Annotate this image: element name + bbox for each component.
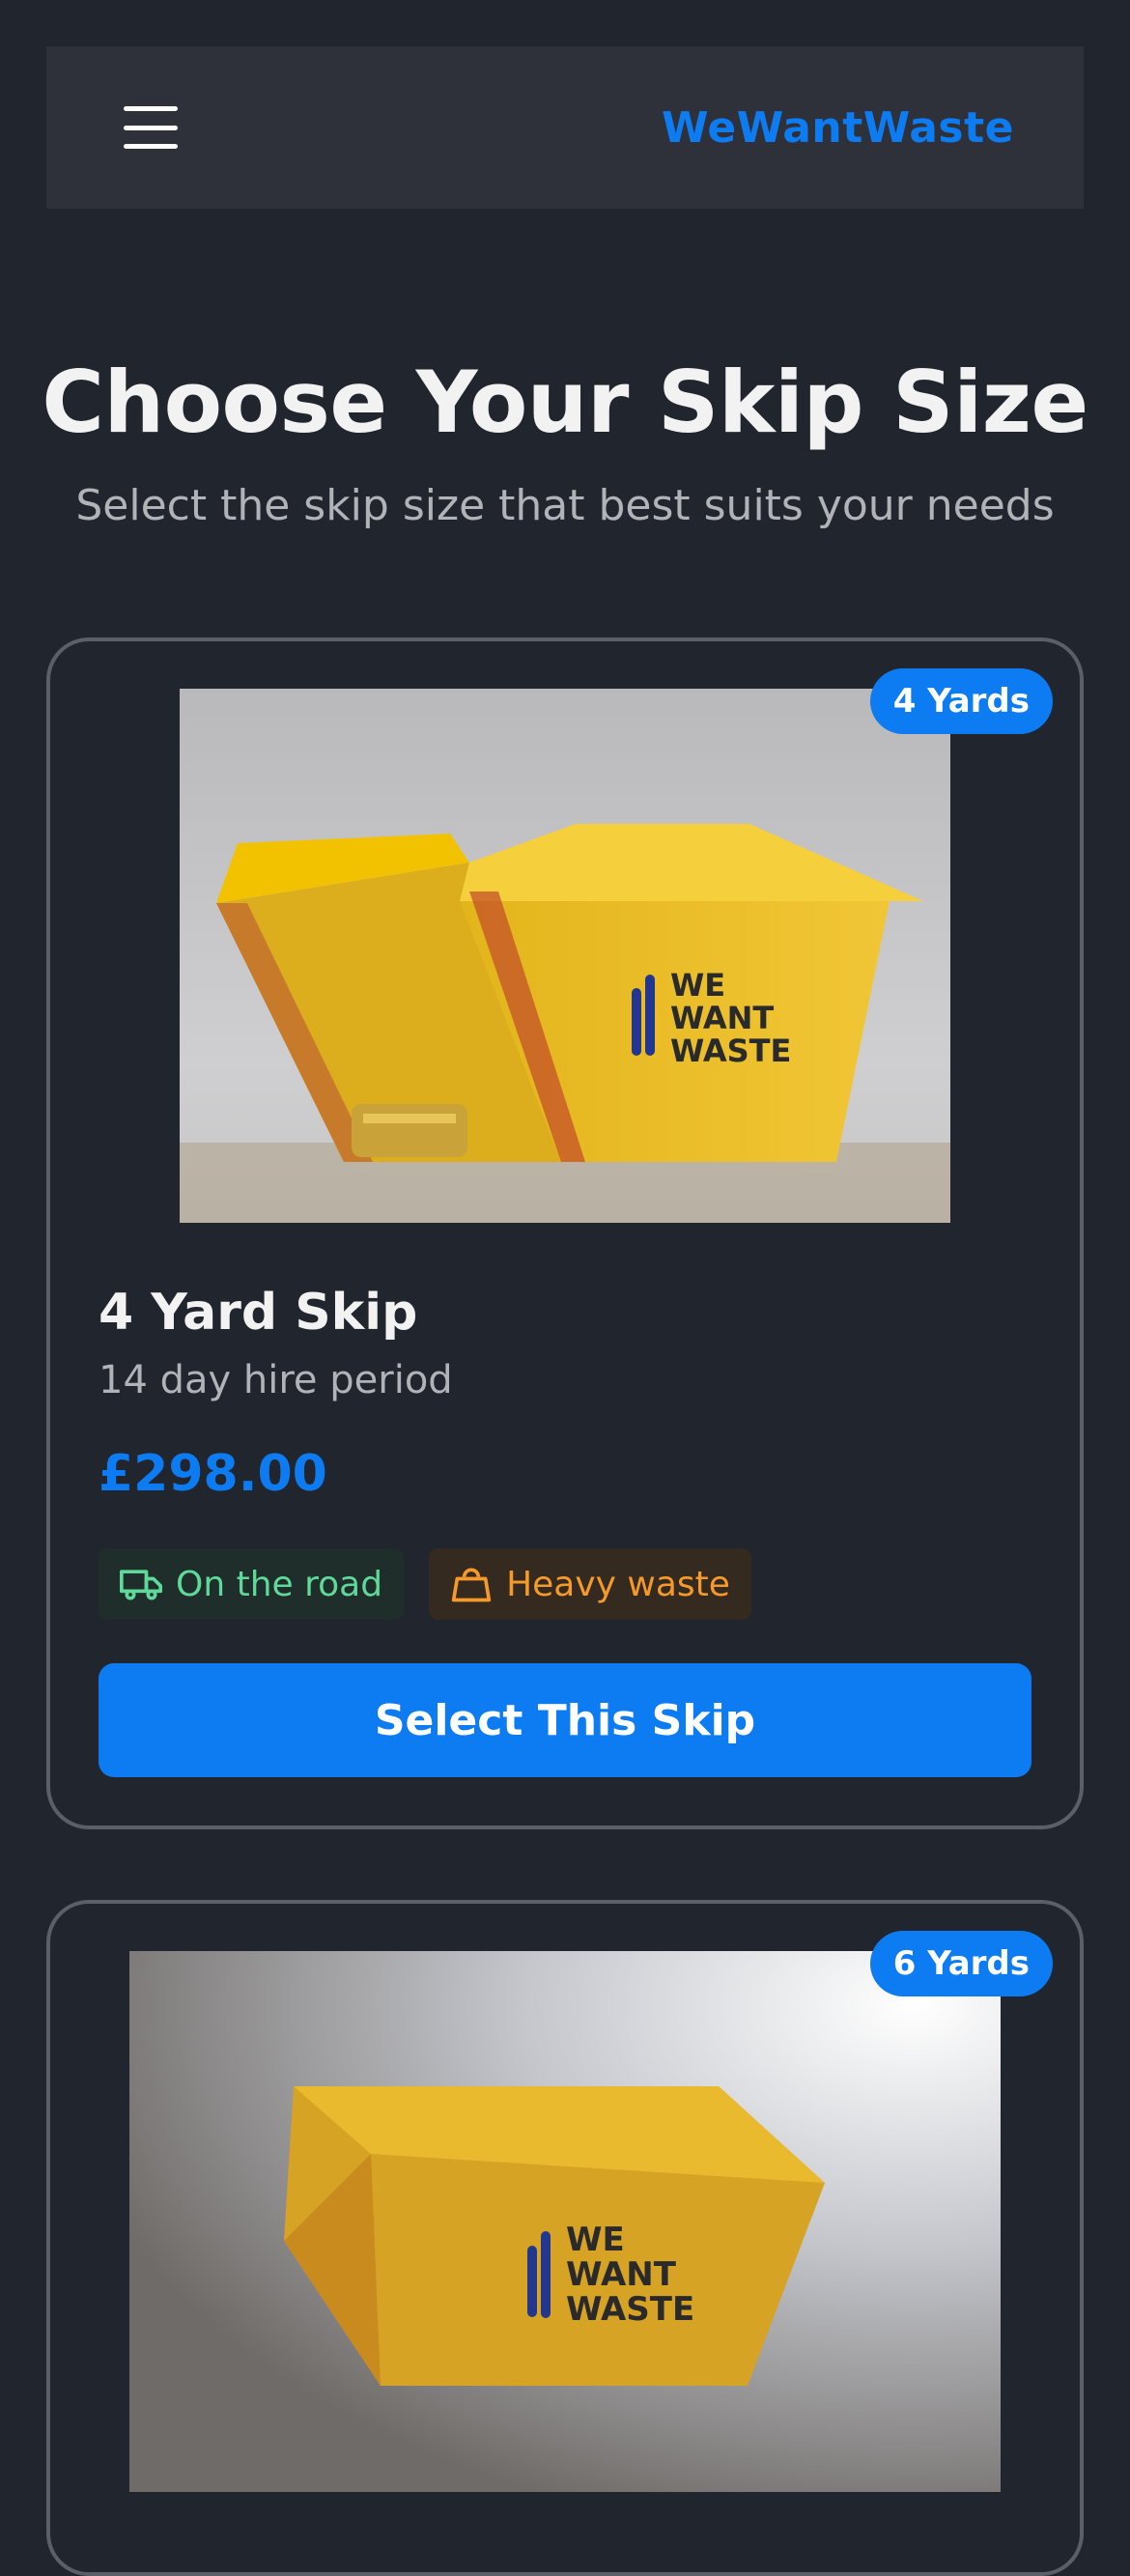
hire-period: 14 day hire period [99, 1358, 453, 1402]
skip-card-6-yard[interactable]: 6 Yards WE WANT WASTE [46, 1900, 1084, 2576]
skip-name: 4 Yard Skip [99, 1284, 418, 1342]
brand-logo-text[interactable]: WeWantWaste [662, 103, 1014, 153]
hamburger-menu-icon[interactable] [124, 106, 178, 149]
tag-on-the-road: On the road [99, 1548, 405, 1620]
skip-logo-line: WE [566, 2221, 625, 2259]
skip-tags: On the road Heavy waste [99, 1548, 751, 1620]
size-badge: 6 Yards [869, 1931, 1053, 1996]
skip-logo-line: WASTE [670, 1033, 791, 1069]
weight-icon [451, 1568, 492, 1602]
page-title: Choose Your Skip Size [42, 353, 1088, 452]
skip-image: WE WANT WASTE [180, 689, 950, 1223]
size-badge: 4 Yards [869, 668, 1053, 734]
tag-heavy-waste: Heavy waste [429, 1548, 751, 1620]
skip-image: WE WANT WASTE [129, 1951, 1001, 2492]
tag-label: On the road [176, 1564, 383, 1604]
tag-label: Heavy waste [506, 1564, 730, 1604]
top-navbar: WeWantWaste [46, 46, 1084, 209]
skip-logo-line: WANT [566, 2255, 677, 2294]
skip-logo-line: WASTE [566, 2290, 694, 2329]
skip-logo-line: WE [670, 967, 725, 1004]
select-skip-button[interactable]: Select This Skip [99, 1663, 1031, 1777]
truck-icon [120, 1570, 162, 1600]
skip-price: £298.00 [99, 1445, 327, 1503]
skip-card-4-yard[interactable]: 4 Yards WE WANT WASTE 4 Yard Skip 14 day… [46, 637, 1084, 1829]
page-subtitle: Select the skip size that best suits you… [75, 481, 1055, 530]
skip-logo-line: WANT [670, 1000, 774, 1036]
